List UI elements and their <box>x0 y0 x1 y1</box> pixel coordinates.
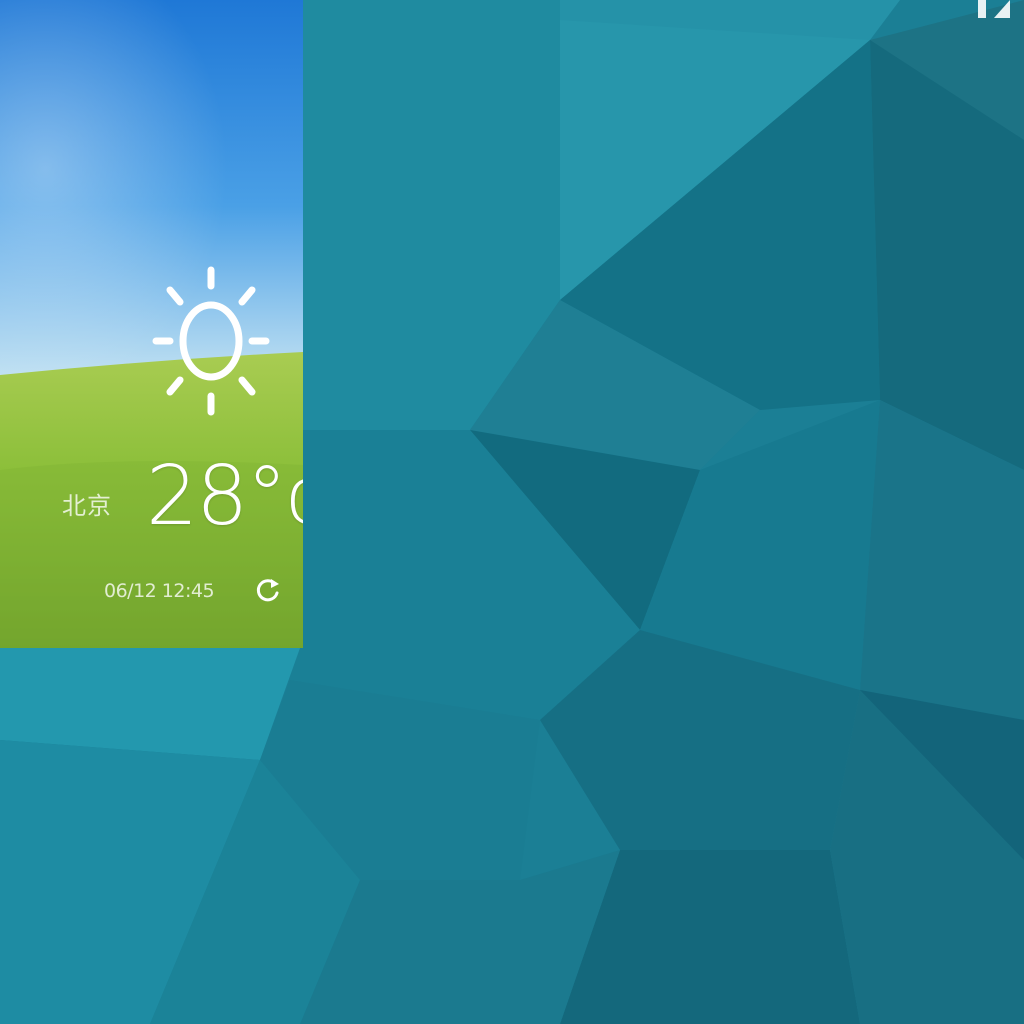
weather-updated-time: 06/12 12:45 <box>104 580 215 602</box>
weather-widget[interactable]: 北京 28°c 06/12 12:45 <box>0 0 303 648</box>
weather-temperature: 28°c <box>146 449 303 544</box>
sun-icon <box>152 266 270 416</box>
refresh-icon[interactable] <box>253 576 283 606</box>
weather-location: 北京 <box>62 492 112 520</box>
home-screen: 北京 28°c 06/12 12:45 <box>0 0 1024 1024</box>
signal-icon <box>978 0 1010 18</box>
